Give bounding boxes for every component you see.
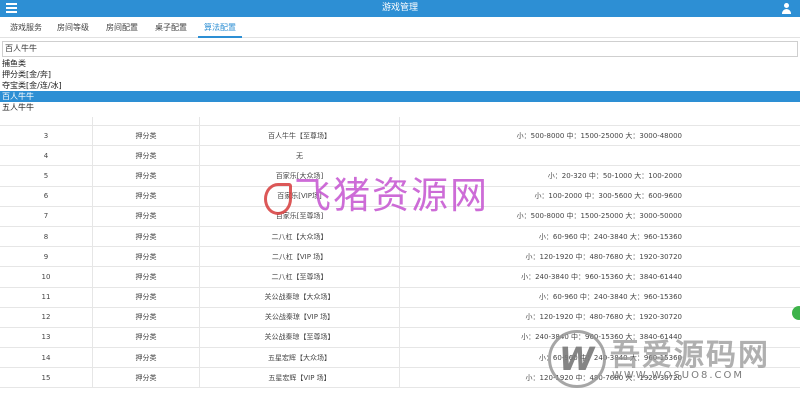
corner-watermark: 吾爱源码网 WWW.WOSUO8.COM bbox=[548, 326, 798, 388]
row-room-cell: 五星宏辉【大众场】 bbox=[199, 348, 399, 368]
select-options: 捕鱼类 押分类[金/奔] 夺宝类[金/连/冰] 百人牛牛 五人牛牛 bbox=[0, 58, 800, 113]
row-type-cell: 押分类 bbox=[92, 267, 199, 287]
row-range-cell: 小：500-8000 中：1500-25000 大：3000-48000 bbox=[399, 126, 800, 146]
row-room-cell: 二八杠【至尊场】 bbox=[199, 267, 399, 287]
app-window: 游戏管理 游戏服务 房间等级 房间配置 桌子配置 算法配置 百人牛牛 捕鱼类 押… bbox=[0, 0, 800, 396]
row-type-cell: 押分类 bbox=[92, 327, 199, 348]
row-type-cell: 押分类 bbox=[92, 206, 199, 226]
row-range-cell: 小：240-3840 中：960-15360 大：3840-61440 bbox=[399, 267, 800, 287]
row-id-cell: 15 bbox=[41, 373, 51, 382]
row-id-cell: 10 bbox=[41, 272, 51, 281]
game-type-select[interactable]: 百人牛牛 bbox=[2, 41, 798, 57]
table-row: 10 押分类 二八杠【至尊场】 小：240-3840 中：960-15360 大：38… bbox=[0, 267, 800, 288]
select-option-selected[interactable]: 百人牛牛 bbox=[0, 91, 800, 102]
table-row: 4 押分类无 bbox=[0, 146, 800, 167]
row-type-cell: 押分类 bbox=[92, 307, 199, 327]
row-room-cell: 关公战秦琼【VIP 场】 bbox=[199, 307, 399, 327]
row-room-cell: 无 bbox=[199, 146, 399, 166]
row-range-cell: 小：120-1920 中：480-7680 大：1920-30720 bbox=[399, 307, 800, 327]
table-row: 9 押分类 二八杠【VIP 场】 小：120-1920 中：480-7680 大：19… bbox=[0, 247, 800, 268]
row-range-cell: 小：60-960 中：240-3840 大：960-15360 bbox=[399, 226, 800, 247]
table-row: 8 押分类 二八杠【大众场】 小：60-960 中：240-3840 大：960-15… bbox=[0, 226, 800, 248]
row-id-cell: 4 bbox=[43, 151, 49, 160]
side-float-button[interactable] bbox=[792, 306, 800, 320]
center-watermark: 飞猪资源网 bbox=[264, 165, 489, 219]
user-icon[interactable] bbox=[781, 3, 792, 14]
row-id-cell: 7 bbox=[43, 212, 49, 221]
row-type-cell: 押分类 bbox=[92, 348, 199, 368]
row-type-cell: 押分类 bbox=[92, 287, 199, 307]
watermark-title: 吾爱源码网 bbox=[610, 338, 770, 373]
row-type-cell: 押分类 bbox=[92, 166, 199, 186]
tab-game-service[interactable]: 游戏服务 bbox=[4, 17, 48, 38]
row-type-cell: 押分类 bbox=[92, 368, 199, 388]
row-range-cell: 小：120-1920 中：480-7680 大：1920-30720 bbox=[399, 247, 800, 267]
select-option[interactable]: 夺宝类[金/连/冰] bbox=[0, 80, 800, 91]
watermark-url: WWW.WOSUO8.COM bbox=[612, 370, 745, 381]
row-room-cell: 关公战秦琼【大众场】 bbox=[199, 287, 399, 307]
row-id-cell bbox=[0, 117, 92, 125]
row-range-cell bbox=[399, 146, 800, 166]
row-id-cell: 6 bbox=[43, 192, 49, 201]
row-id-cell: 11 bbox=[41, 293, 51, 302]
page-title: 游戏管理 bbox=[381, 3, 418, 13]
title-bar: 游戏管理 bbox=[0, 0, 800, 17]
select-option[interactable]: 押分类[金/奔] bbox=[0, 69, 800, 80]
row-room-cell: 二八杠【大众场】 bbox=[199, 226, 399, 247]
row-type-cell: 押分类 bbox=[92, 146, 199, 166]
row-id-cell: 12 bbox=[41, 313, 51, 322]
row-room-cell: 五星宏辉【VIP 场】 bbox=[199, 368, 399, 388]
row-id-cell: 8 bbox=[43, 232, 49, 241]
tab-room-config[interactable]: 房间配置 bbox=[100, 17, 144, 38]
tab-algorithm-config[interactable]: 算法配置 bbox=[198, 17, 242, 38]
row-id-cell: 3 bbox=[43, 131, 49, 140]
table-row: 3 押分类 百人牛牛【至尊场】 小：500-8000 中：1500-25000 大：3… bbox=[0, 126, 800, 147]
row-room-cell: 关公战秦琼【至尊场】 bbox=[199, 327, 399, 348]
row-id-cell: 14 bbox=[41, 353, 51, 362]
tab-table-config[interactable]: 桌子配置 bbox=[149, 17, 193, 38]
tab-bar: 游戏服务 房间等级 房间配置 桌子配置 算法配置 bbox=[0, 17, 800, 38]
row-type-cell bbox=[92, 117, 199, 125]
select-option[interactable]: 五人牛牛 bbox=[0, 102, 800, 113]
row-range-cell bbox=[399, 117, 800, 125]
row-id-cell: 9 bbox=[43, 252, 49, 261]
row-id-cell: 13 bbox=[41, 333, 51, 342]
row-range-cell: 小：60-960 中：240-3840 大：960-15360 bbox=[399, 287, 800, 307]
pig-logo-icon bbox=[264, 182, 292, 215]
row-type-cell: 押分类 bbox=[92, 126, 199, 146]
table-row bbox=[0, 117, 800, 126]
table-row: 12 押分类 关公战秦琼【VIP 场】 小：120-1920 中：480-7680 大… bbox=[0, 307, 800, 328]
tab-room-level[interactable]: 房间等级 bbox=[51, 17, 95, 38]
row-room-cell: 二八杠【VIP 场】 bbox=[199, 247, 399, 267]
table-row: 11 押分类 关公战秦琼【大众场】 小：60-960 中：240-3840 大：960… bbox=[0, 287, 800, 308]
row-type-cell: 押分类 bbox=[92, 186, 199, 206]
row-room-cell: 百人牛牛【至尊场】 bbox=[199, 126, 399, 146]
row-room-cell bbox=[199, 117, 399, 125]
w-logo-icon bbox=[548, 330, 606, 388]
row-id-cell: 5 bbox=[43, 171, 49, 180]
row-type-cell: 押分类 bbox=[92, 247, 199, 267]
row-type-cell: 押分类 bbox=[92, 226, 199, 247]
select-option[interactable]: 捕鱼类 bbox=[0, 58, 800, 69]
